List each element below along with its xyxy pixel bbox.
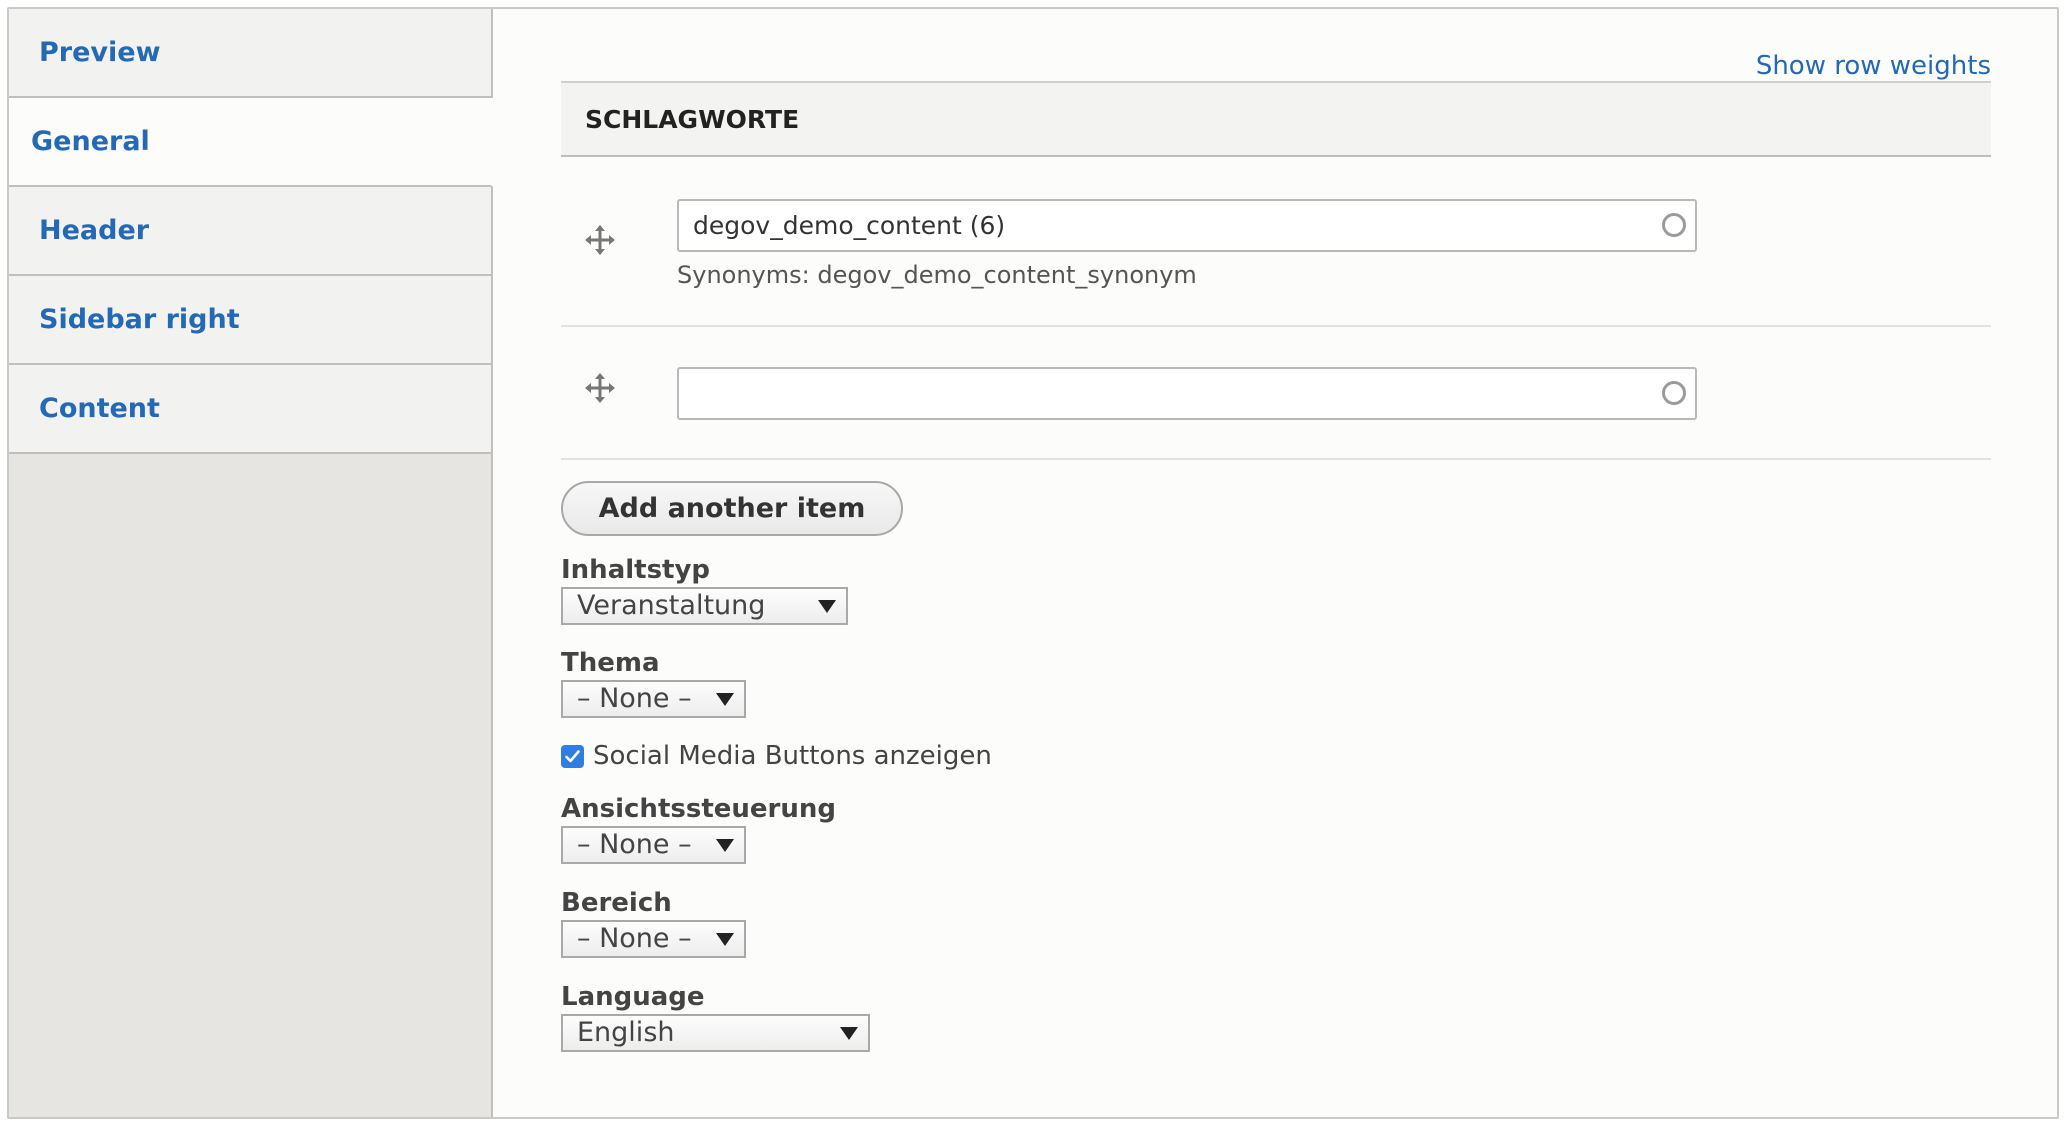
add-another-item-button[interactable]: Add another item — [561, 481, 903, 536]
table-row — [561, 327, 1991, 460]
field-description: Synonyms: degov_demo_content_synonym — [677, 261, 1197, 289]
autocomplete-throbber-icon — [1662, 213, 1686, 237]
dropdown-arrow-icon — [840, 1027, 858, 1040]
inhaltstyp-field: Inhaltstyp Veranstaltung — [561, 553, 848, 625]
show-row-weights-link[interactable]: Show row weights — [1756, 51, 1991, 81]
schlagworte-table-header: SCHLAGWORTE — [561, 81, 1991, 157]
bereich-field: Bereich – None – — [561, 886, 746, 958]
language-field: Language English — [561, 980, 870, 1052]
tab-panel-general: Show row weights SCHLAGWORTE degov_demo_… — [493, 9, 2057, 1117]
bereich-selected-value: – None – — [577, 923, 692, 954]
thema-label: Thema — [561, 648, 660, 678]
vertical-tabs-menu: Preview General Header Sidebar right Con… — [9, 9, 493, 1117]
thema-field: Thema – None – — [561, 646, 746, 718]
tab-content[interactable]: Content — [9, 365, 491, 454]
inhaltstyp-select[interactable]: Veranstaltung — [561, 587, 848, 625]
ansichtssteuerung-label: Ansichtssteuerung — [561, 794, 836, 824]
bereich-select[interactable]: – None – — [561, 920, 746, 958]
ansichtssteuerung-selected-value: – None – — [577, 829, 692, 860]
vertical-tabs-container: Preview General Header Sidebar right Con… — [7, 7, 2059, 1119]
social-media-label[interactable]: Social Media Buttons anzeigen — [593, 741, 992, 771]
tab-general[interactable]: General — [9, 98, 493, 187]
inhaltstyp-label: Inhaltstyp — [561, 555, 711, 585]
tab-preview[interactable]: Preview — [9, 9, 491, 98]
drag-handle-icon[interactable] — [585, 373, 615, 403]
table-row: Synonyms: degov_demo_content_synonym — [561, 157, 1991, 327]
bereich-label: Bereich — [561, 888, 672, 918]
tab-sidebar-right[interactable]: Sidebar right — [9, 276, 491, 365]
inhaltstyp-selected-value: Veranstaltung — [577, 590, 766, 621]
language-selected-value: English — [577, 1017, 675, 1048]
drag-handle-icon[interactable] — [585, 225, 615, 255]
schlagwort-autocomplete-input[interactable] — [677, 367, 1697, 420]
language-select[interactable]: English — [561, 1014, 870, 1052]
social-media-checkbox[interactable] — [561, 744, 584, 768]
schlagworte-table: SCHLAGWORTE degov_demo_content (6) Synon… — [561, 81, 1991, 460]
social-media-checkbox-item: Social Media Buttons anzeigen — [561, 741, 992, 771]
dropdown-arrow-icon — [818, 600, 836, 613]
ansichtssteuerung-field: Ansichtssteuerung – None – — [561, 792, 836, 864]
autocomplete-throbber-icon — [1662, 381, 1686, 405]
schlagwort-autocomplete-input[interactable] — [677, 199, 1697, 252]
checkmark-icon — [565, 749, 580, 762]
ansichtssteuerung-select[interactable]: – None – — [561, 826, 746, 864]
dropdown-arrow-icon — [716, 933, 734, 946]
dropdown-arrow-icon — [716, 839, 734, 852]
dropdown-arrow-icon — [716, 693, 734, 706]
tab-header[interactable]: Header — [9, 187, 491, 276]
thema-selected-value: – None – — [577, 683, 692, 714]
language-label: Language — [561, 982, 705, 1012]
thema-select[interactable]: – None – — [561, 680, 746, 718]
